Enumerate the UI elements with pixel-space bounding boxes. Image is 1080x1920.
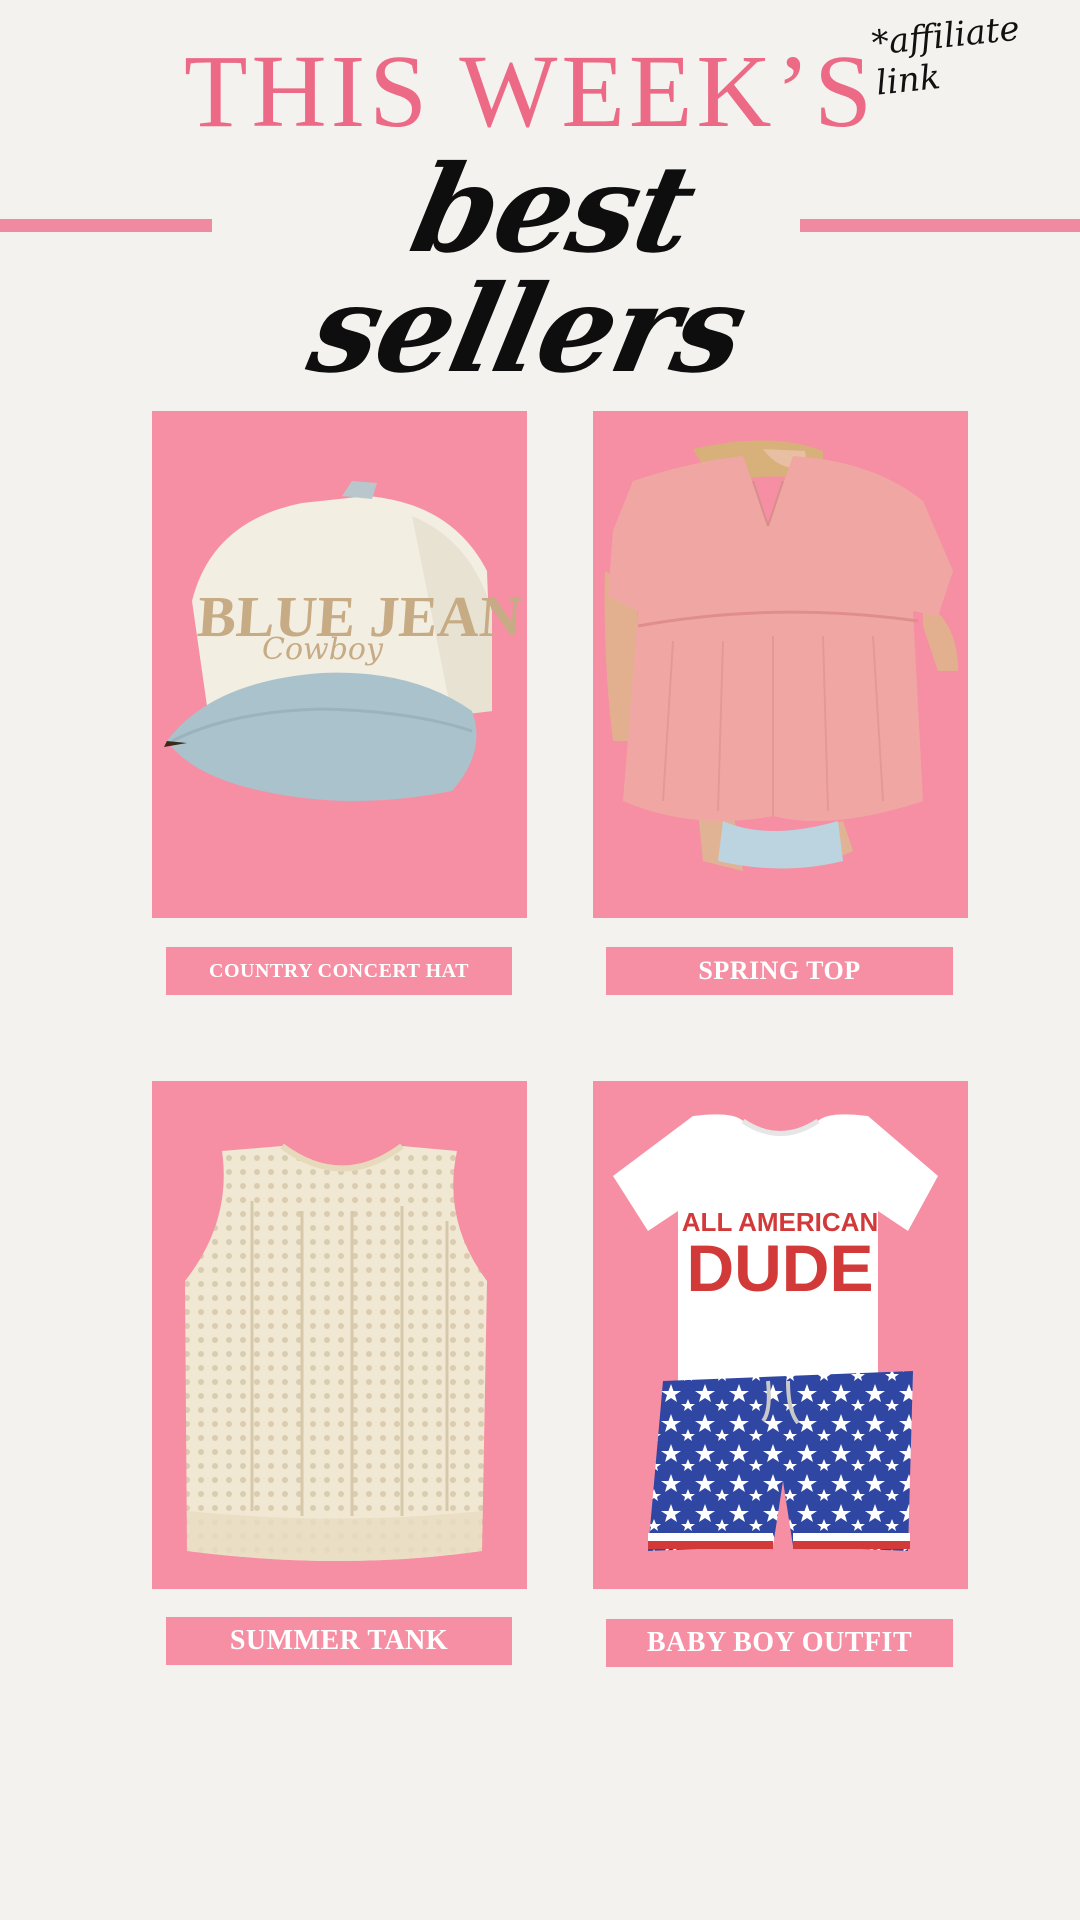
product-card-outfit[interactable]: ALL AMERICAN DUDE bbox=[593, 1081, 968, 1589]
product-label-tank[interactable]: SUMMER TANK bbox=[166, 1617, 512, 1665]
crochet-tank-image bbox=[185, 1143, 487, 1561]
outfit-print-line2: DUDE bbox=[686, 1231, 873, 1305]
product-card-hat[interactable]: BLUE JEAN Cowboy bbox=[152, 411, 527, 918]
trucker-hat-image: BLUE JEAN Cowboy bbox=[164, 481, 524, 801]
product-label-hat[interactable]: COUNTRY CONCERT HAT bbox=[166, 947, 512, 995]
divider-left bbox=[0, 219, 212, 232]
product-label-outfit[interactable]: BABY BOY OUTFIT bbox=[606, 1619, 953, 1667]
product-label-top[interactable]: SPRING TOP bbox=[606, 947, 953, 995]
page-subtitle-script: best sellers bbox=[298, 139, 757, 400]
product-card-tank[interactable] bbox=[152, 1081, 527, 1589]
hat-print-line2: Cowboy bbox=[262, 632, 384, 667]
boy-outfit-image: ALL AMERICAN DUDE bbox=[613, 1114, 938, 1551]
peplum-top-image bbox=[604, 440, 958, 871]
product-card-top[interactable] bbox=[593, 411, 968, 918]
divider-right bbox=[800, 219, 1080, 232]
